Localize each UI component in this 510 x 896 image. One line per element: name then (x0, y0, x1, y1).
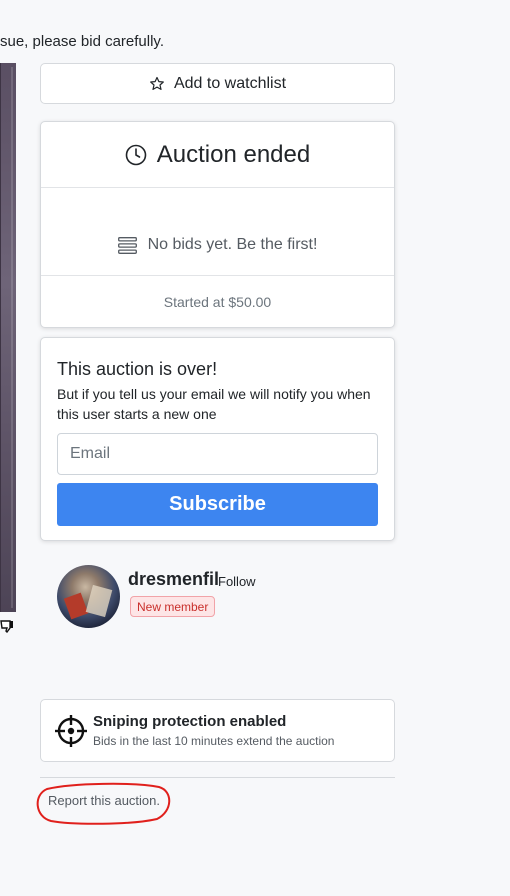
new-member-badge: New member (130, 596, 216, 617)
auction-status-header: Auction ended (41, 122, 394, 188)
auction-over-title: This auction is over! (57, 359, 218, 379)
star-icon (150, 76, 164, 90)
add-to-watchlist-button[interactable]: Add to watchlist (40, 63, 395, 104)
email-field[interactable] (57, 433, 378, 475)
clock-icon (125, 144, 147, 165)
watchlist-label: Add to watchlist (173, 74, 287, 92)
auction-status-card: Auction ended No bids yet. Be the first!… (40, 121, 395, 328)
listing-image[interactable] (0, 63, 16, 612)
no-bids-message: No bids yet. Be the first! (41, 236, 394, 254)
bid-carefully-notice: sue, please bid carefully. (0, 33, 164, 50)
notify-subscribe-card: This auction is over! But if you tell us… (40, 337, 395, 541)
red-circle-annotation (36, 782, 171, 825)
sniping-description: Bids in the last 10 minutes extend the a… (93, 734, 335, 748)
seller-username[interactable]: dresmenfil (128, 569, 219, 590)
follow-button[interactable]: Follow (218, 574, 256, 589)
sniping-text-block: Sniping protection enabled Bids in the l… (93, 713, 334, 748)
starting-price: Started at $50.00 (41, 275, 394, 328)
crosshair-icon (55, 714, 87, 747)
auction-status-text: Auction ended (156, 140, 311, 168)
auction-over-description: But if you tell us your email we will no… (57, 386, 371, 422)
thumbs-down-icon[interactable] (0, 619, 14, 633)
no-bids-text: No bids yet. Be the first! (147, 236, 318, 253)
divider (40, 777, 395, 778)
avatar[interactable] (57, 565, 120, 628)
sniping-protection-card: Sniping protection enabled Bids in the l… (40, 699, 395, 762)
sniping-title: Sniping protection enabled (93, 713, 287, 730)
list-icon (117, 236, 137, 254)
subscribe-button[interactable]: Subscribe (57, 483, 378, 526)
